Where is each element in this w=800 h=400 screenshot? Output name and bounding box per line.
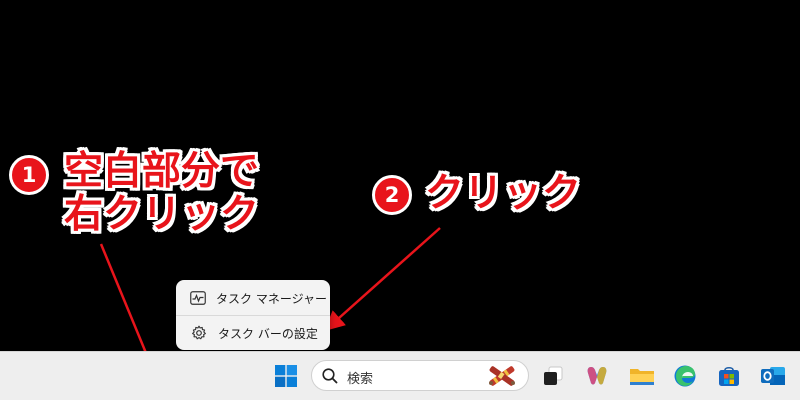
menu-item-label: タスク バーの設定 bbox=[218, 326, 318, 341]
task-view-icon[interactable] bbox=[540, 363, 566, 389]
step-2-badge: 2 bbox=[372, 175, 412, 215]
taskbar[interactable]: 検索 bbox=[0, 351, 800, 400]
menu-item-task-manager[interactable]: タスク マネージャー bbox=[180, 283, 327, 313]
gear-icon bbox=[190, 324, 208, 342]
step-1-line-1: 空白部分で bbox=[64, 149, 260, 194]
search-label: 検索 bbox=[347, 372, 374, 387]
step-2-line-1: クリック bbox=[425, 171, 582, 216]
task-manager-icon bbox=[190, 289, 206, 307]
search-highlight-illustration-icon bbox=[489, 366, 515, 386]
step-1-line-2: 右クリック bbox=[64, 192, 260, 237]
menu-item-label: タスク マネージャー bbox=[216, 291, 327, 306]
microsoft-store-icon[interactable] bbox=[716, 363, 742, 389]
edge-icon[interactable] bbox=[672, 363, 698, 389]
desktop-screenshot: 1 空白部分で 右クリック 2 クリック タスク マネージャー タスク バーの設… bbox=[0, 0, 800, 400]
copilot-icon[interactable] bbox=[584, 363, 610, 389]
search-box[interactable]: 検索 bbox=[311, 360, 529, 391]
step-1-badge: 1 bbox=[9, 155, 49, 195]
menu-item-taskbar-settings[interactable]: タスク バーの設定 bbox=[180, 318, 326, 348]
menu-divider bbox=[176, 315, 330, 316]
taskbar-context-menu: タスク マネージャー タスク バーの設定 bbox=[176, 280, 330, 350]
windows-start-icon[interactable] bbox=[273, 363, 299, 389]
file-explorer-icon[interactable] bbox=[629, 363, 655, 389]
outlook-icon[interactable] bbox=[760, 363, 786, 389]
search-icon bbox=[322, 368, 338, 384]
